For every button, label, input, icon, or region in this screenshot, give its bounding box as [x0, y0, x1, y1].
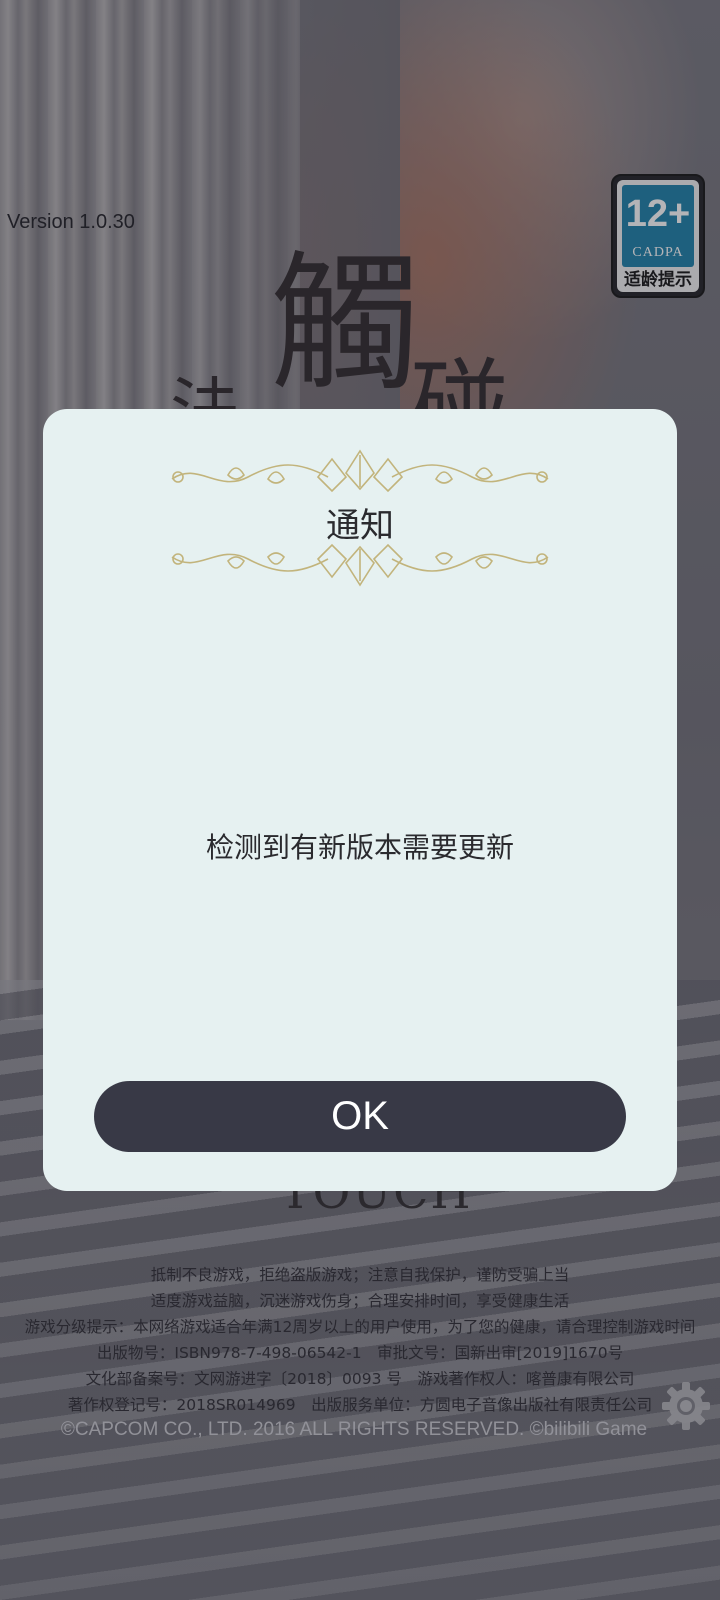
ok-button[interactable]: OK: [94, 1081, 626, 1152]
ornament-bottom: [171, 543, 549, 587]
dialog-message: 检测到有新版本需要更新: [205, 831, 514, 864]
ornament-top: [171, 449, 549, 493]
update-notice-dialog: 通知 检测到有新版本需要更新 OK: [43, 409, 677, 1191]
